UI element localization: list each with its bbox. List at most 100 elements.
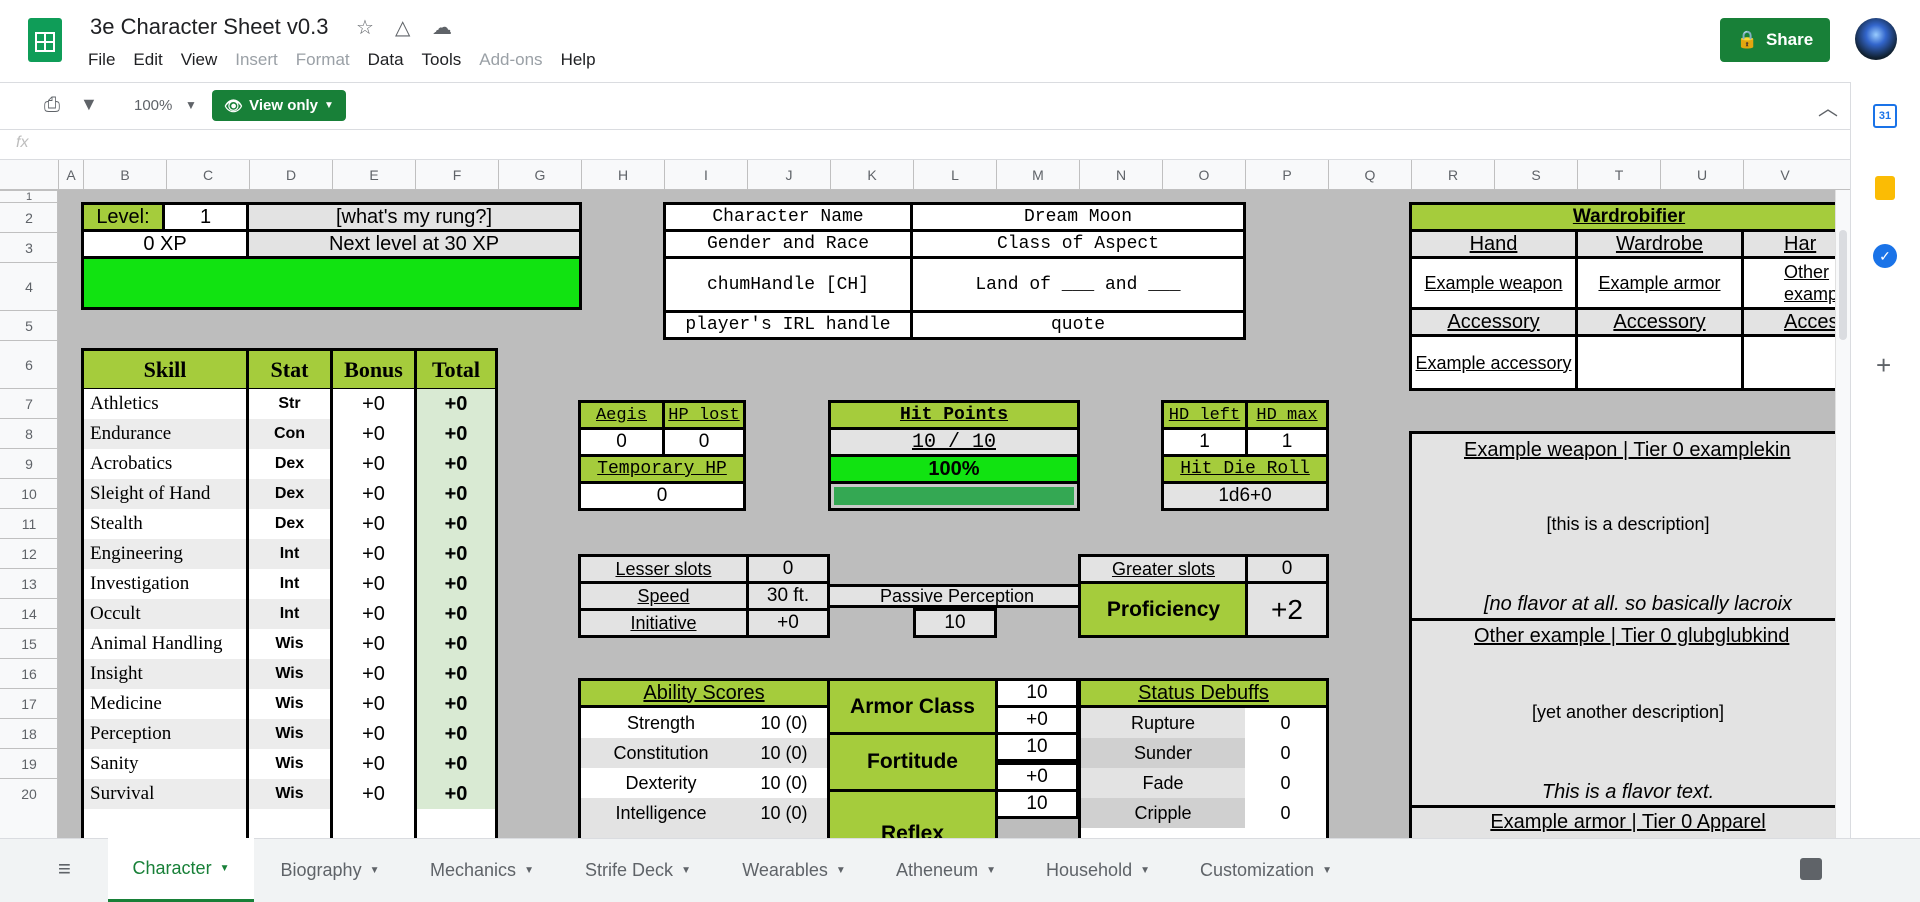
- sheets-logo[interactable]: [28, 18, 62, 62]
- hp-lost-value[interactable]: 0: [662, 427, 746, 457]
- keep-icon[interactable]: [1875, 176, 1895, 200]
- row-header[interactable]: 9: [0, 448, 58, 478]
- skill-bonus[interactable]: +0: [333, 749, 414, 779]
- tab-biography[interactable]: Biography ▼: [256, 838, 404, 902]
- tab-wearables[interactable]: Wearables ▼: [716, 838, 872, 902]
- skill-bonus[interactable]: +0: [333, 539, 414, 569]
- col-header[interactable]: H: [581, 160, 664, 190]
- level-value[interactable]: 1: [162, 202, 249, 232]
- wardrobe-item[interactable]: Example weapon: [1409, 256, 1578, 310]
- info-value[interactable]: Dream Moon: [910, 202, 1246, 232]
- col-header[interactable]: V: [1743, 160, 1826, 190]
- row-header[interactable]: 15: [0, 628, 58, 658]
- menu-view[interactable]: View: [181, 50, 228, 70]
- ability-value[interactable]: 10 (0): [741, 708, 827, 738]
- armor-class-bonus[interactable]: +0: [995, 705, 1079, 735]
- lesser-slots-value[interactable]: 0: [746, 554, 830, 584]
- debuff-value[interactable]: 0: [1245, 708, 1326, 738]
- aegis-value[interactable]: 0: [578, 427, 665, 457]
- menu-tools[interactable]: Tools: [422, 50, 472, 70]
- greater-slots-value[interactable]: 0: [1245, 554, 1329, 584]
- all-sheets-icon[interactable]: ≡: [58, 856, 71, 882]
- tab-strife-deck[interactable]: Strife Deck ▼: [560, 838, 716, 902]
- tab-customization[interactable]: Customization ▼: [1176, 838, 1356, 902]
- skill-bonus[interactable]: +0: [333, 599, 414, 629]
- explore-icon[interactable]: [1800, 858, 1822, 880]
- row-header[interactable]: 2: [0, 202, 58, 232]
- proficiency-value[interactable]: +2: [1245, 581, 1329, 638]
- row-header[interactable]: 4: [0, 262, 58, 310]
- hd-left-value[interactable]: 1: [1161, 427, 1248, 457]
- col-header[interactable]: F: [415, 160, 498, 190]
- filter-icon[interactable]: ▼: [80, 94, 98, 115]
- menu-data[interactable]: Data: [368, 50, 414, 70]
- skill-bonus[interactable]: +0: [333, 509, 414, 539]
- sheet-grid[interactable]: Level: 1 [what's my rung?] 0 XP Next lev…: [58, 190, 1835, 838]
- avatar[interactable]: [1855, 18, 1897, 60]
- zoom-select[interactable]: 100%: [134, 97, 172, 114]
- info-value[interactable]: Land of ___ and ___: [910, 256, 1246, 313]
- vertical-scrollbar[interactable]: [1835, 190, 1850, 838]
- col-header[interactable]: D: [249, 160, 332, 190]
- hp-value[interactable]: 10 / 10: [828, 427, 1080, 457]
- row-header[interactable]: 17: [0, 688, 58, 718]
- cloud-saved-icon[interactable]: ☁: [432, 15, 452, 40]
- skill-bonus[interactable]: +0: [333, 719, 414, 749]
- skill-bonus[interactable]: +0: [333, 569, 414, 599]
- wardrobe-empty[interactable]: [1575, 334, 1744, 391]
- tab-character[interactable]: Character ▼: [108, 838, 254, 902]
- row-header[interactable]: 20: [0, 778, 58, 808]
- armor-class-value[interactable]: 10: [995, 678, 1079, 708]
- tab-atheneum[interactable]: Atheneum ▼: [872, 838, 1020, 902]
- fortitude-value[interactable]: 10: [995, 732, 1079, 762]
- col-header[interactable]: O: [1162, 160, 1245, 190]
- col-header[interactable]: R: [1411, 160, 1494, 190]
- star-icon[interactable]: ☆: [356, 15, 374, 40]
- share-button[interactable]: 🔒 Share: [1720, 18, 1830, 62]
- speed-value[interactable]: 30 ft.: [746, 581, 830, 611]
- skill-bonus[interactable]: +0: [333, 479, 414, 509]
- skill-bonus[interactable]: +0: [333, 449, 414, 479]
- menu-help[interactable]: Help: [561, 50, 606, 70]
- col-header[interactable]: L: [913, 160, 996, 190]
- ability-value[interactable]: 10 (0): [741, 798, 827, 828]
- reflex-value[interactable]: 10: [995, 789, 1079, 819]
- temp-hp-value[interactable]: 0: [578, 481, 746, 511]
- row-header[interactable]: 16: [0, 658, 58, 688]
- skill-bonus[interactable]: +0: [333, 389, 414, 419]
- formula-bar[interactable]: [0, 130, 1850, 160]
- wardrobe-item[interactable]: Example armor: [1575, 256, 1744, 310]
- col-header[interactable]: T: [1577, 160, 1660, 190]
- row-header[interactable]: 18: [0, 718, 58, 748]
- row-header[interactable]: 13: [0, 568, 58, 598]
- col-header[interactable]: P: [1245, 160, 1328, 190]
- col-header[interactable]: I: [664, 160, 747, 190]
- row-header[interactable]: 8: [0, 418, 58, 448]
- row-header[interactable]: 6: [0, 340, 58, 388]
- row-header[interactable]: 3: [0, 232, 58, 262]
- item-title[interactable]: Example armor | Tier 0 Apparel: [1418, 808, 1835, 836]
- print-icon[interactable]: ⎙: [44, 94, 60, 117]
- row-header[interactable]: 10: [0, 478, 58, 508]
- ability-value[interactable]: 10 (0): [741, 768, 827, 798]
- tasks-icon[interactable]: ✓: [1873, 244, 1897, 268]
- skill-bonus[interactable]: +0: [333, 419, 414, 449]
- view-only-button[interactable]: 👁 View only ▼: [212, 90, 346, 121]
- skill-bonus[interactable]: +0: [333, 659, 414, 689]
- col-header[interactable]: U: [1660, 160, 1743, 190]
- hd-max-value[interactable]: 1: [1245, 427, 1329, 457]
- menu-insert[interactable]: Insert: [235, 50, 288, 70]
- fortitude-bonus[interactable]: +0: [995, 762, 1079, 792]
- debuff-value[interactable]: 0: [1245, 798, 1326, 828]
- menu-file[interactable]: File: [88, 50, 125, 70]
- col-header[interactable]: N: [1079, 160, 1162, 190]
- info-value[interactable]: quote: [910, 310, 1246, 340]
- col-header[interactable]: S: [1494, 160, 1577, 190]
- col-header[interactable]: K: [830, 160, 913, 190]
- debuff-value[interactable]: 0: [1245, 738, 1326, 768]
- col-header[interactable]: B: [83, 160, 166, 190]
- initiative-value[interactable]: +0: [746, 608, 830, 638]
- info-value[interactable]: Class of Aspect: [910, 229, 1246, 259]
- item-title[interactable]: Example weapon | Tier 0 examplekin: [1418, 436, 1835, 464]
- skill-bonus[interactable]: +0: [333, 629, 414, 659]
